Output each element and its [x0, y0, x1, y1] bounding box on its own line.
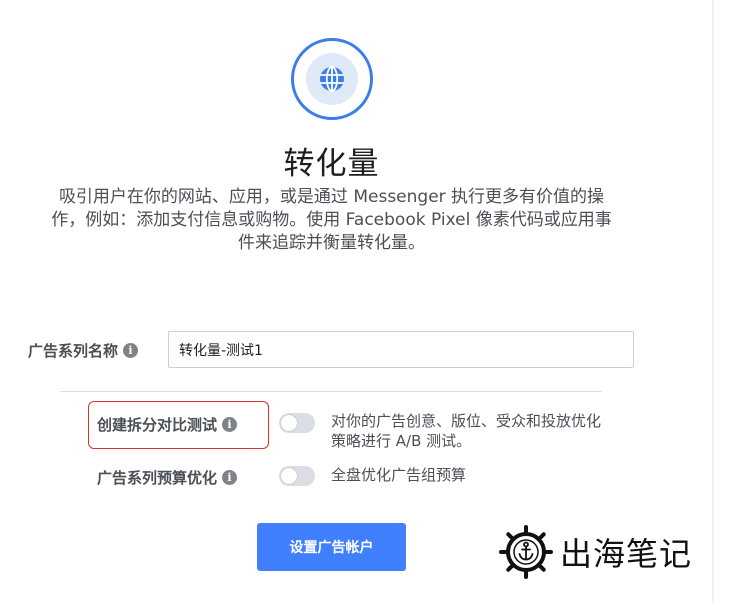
budget-optimization-label: 广告系列预算优化 i [97, 467, 238, 488]
description-line: 对你的广告创意、版位、受众和投放优化 [331, 412, 602, 430]
description-line: 策略进行 A/B 测试。 [331, 432, 472, 450]
budget-optimization-label-text: 广告系列预算优化 [97, 469, 218, 487]
split-test-toggle[interactable] [279, 413, 315, 433]
objective-title: 转化量 [283, 146, 380, 182]
info-icon[interactable]: i [222, 417, 238, 432]
objective-globe-icon [291, 38, 373, 120]
toggle-knob [281, 415, 297, 431]
split-test-description: 对你的广告创意、版位、受众和投放优化 策略进行 A/B 测试。 [331, 411, 601, 451]
watermark: 出海笔记 [498, 523, 692, 581]
campaign-name-label: 广告系列名称 i [28, 340, 139, 361]
objective-description: 吸引用户在你的网站、应用，或是通过 Messenger 执行更多有价值的操 作，… [0, 186, 663, 255]
toggle-knob [281, 468, 297, 484]
description-line: 作，例如：添加支付信息或购物。使用 Facebook Pixel 像素代码或应用… [51, 210, 612, 230]
ship-wheel-anchor-icon [499, 525, 553, 579]
info-icon[interactable]: i [123, 343, 139, 358]
description-line: 件来追踪并衡量转化量。 [238, 233, 425, 253]
watermark-text: 出海笔记 [560, 535, 693, 573]
globe-icon [320, 66, 344, 92]
budget-optimization-toggle[interactable] [279, 466, 315, 486]
info-icon[interactable]: i [222, 470, 238, 485]
set-ad-account-button[interactable]: 设置广告帐户 [257, 523, 406, 571]
description-line: 吸引用户在你的网站、应用，或是通过 Messenger 执行更多有价值的操 [58, 187, 605, 207]
budget-optimization-description: 全盘优化广告组预算 [331, 466, 467, 484]
campaign-name-label-text: 广告系列名称 [28, 342, 119, 360]
split-test-label: 创建拆分对比测试 i [97, 414, 238, 435]
section-divider [60, 391, 602, 392]
split-test-label-text: 创建拆分对比测试 [97, 416, 218, 434]
page-edge-divider [712, 0, 714, 603]
campaign-name-input[interactable] [168, 331, 634, 368]
